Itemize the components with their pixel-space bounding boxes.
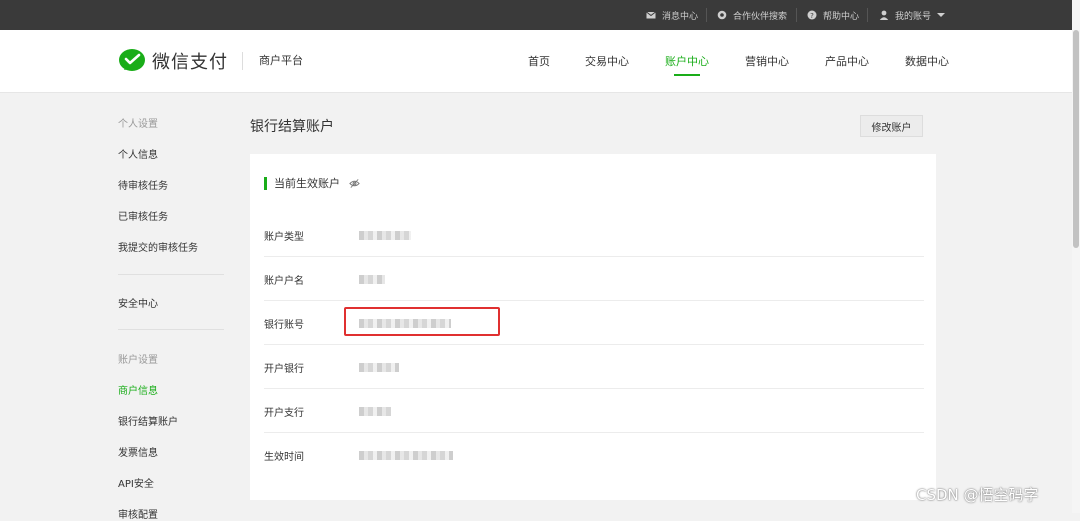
section-title-label: 当前生效账户	[274, 177, 340, 190]
sidebar-divider	[118, 274, 224, 275]
sidebar-item-invoice-info[interactable]: 发票信息	[118, 444, 158, 459]
partner-icon	[717, 10, 727, 20]
sidebar-item-partial[interactable]: 审核配置	[118, 506, 158, 521]
help-link[interactable]: ? 帮助中心	[807, 0, 859, 30]
help-label: 帮助中心	[823, 11, 860, 22]
top-utility-bar: 消息中心 合作伙伴搜索 ? 帮助中心 我的账号	[0, 0, 1072, 30]
masked-value	[359, 363, 399, 372]
mail-icon	[646, 11, 656, 19]
sidebar-item-reviewed-tasks[interactable]: 已审核任务	[118, 208, 168, 223]
active-nav-underline	[674, 74, 700, 76]
watermark: CSDN @悟空码字	[916, 486, 1039, 504]
nav-home-label: 首页	[528, 55, 550, 68]
sidebar-item-security-center[interactable]: 安全中心	[118, 295, 158, 310]
svg-text:?: ?	[810, 12, 814, 20]
divider	[796, 8, 797, 22]
user-icon	[879, 10, 889, 20]
platform-name: 商户平台	[242, 52, 303, 70]
divider	[867, 8, 868, 22]
main-header: 微信支付 商户平台 首页 交易中心 账户中心 营销中心 产品中心 数据中心	[0, 30, 1072, 93]
eye-off-icon[interactable]	[349, 178, 360, 189]
row-label: 账户户名	[264, 276, 304, 287]
wechat-pay-logo-icon	[119, 49, 145, 71]
nav-product-center-label: 产品中心	[825, 55, 869, 68]
sidebar-group-account: 账户设置	[118, 355, 158, 366]
nav-trade-center-label: 交易中心	[585, 55, 629, 68]
nav-data-center-label: 数据中心	[905, 55, 949, 68]
partner-search-link[interactable]: 合作伙伴搜索	[717, 0, 787, 30]
nav-product-center[interactable]: 产品中心	[825, 30, 869, 92]
section-accent-bar	[264, 176, 267, 190]
account-menu[interactable]: 我的账号	[879, 0, 946, 30]
messages-link[interactable]: 消息中心	[646, 0, 698, 30]
row-opening-branch: 开户支行	[264, 388, 924, 433]
masked-value	[359, 407, 391, 416]
partner-search-label: 合作伙伴搜索	[733, 11, 788, 22]
sidebar-item-submitted-tasks[interactable]: 我提交的审核任务	[118, 239, 198, 254]
row-label: 开户支行	[264, 408, 304, 419]
row-label: 银行账号	[264, 320, 304, 331]
nav-home[interactable]: 首页	[528, 30, 550, 92]
masked-value	[359, 451, 453, 460]
sidebar-group-personal: 个人设置	[118, 119, 158, 130]
row-label: 开户银行	[264, 364, 304, 375]
nav-data-center[interactable]: 数据中心	[905, 30, 949, 92]
divider	[706, 8, 707, 22]
row-opening-bank: 开户银行	[264, 344, 924, 389]
edit-account-button[interactable]: 修改账户	[860, 115, 923, 137]
masked-value	[359, 231, 411, 240]
section-title: 当前生效账户	[264, 175, 360, 191]
nav-marketing-center-label: 营销中心	[745, 55, 789, 68]
row-label: 账户类型	[264, 232, 304, 243]
vertical-scrollbar[interactable]	[1072, 0, 1080, 513]
help-icon: ?	[807, 10, 817, 20]
sidebar-divider	[118, 329, 224, 330]
sidebar-item-personal-info[interactable]: 个人信息	[118, 146, 158, 161]
row-account-type: 账户类型	[264, 212, 924, 257]
chevron-down-icon	[937, 13, 946, 17]
row-effective-time: 生效时间	[264, 432, 924, 476]
brand-name: 微信支付	[152, 52, 228, 73]
row-label: 生效时间	[264, 452, 304, 463]
sidebar-item-api-security[interactable]: API安全	[118, 475, 154, 490]
sidebar-item-bank-settlement[interactable]: 银行结算账户	[118, 413, 178, 428]
nav-account-center-label: 账户中心	[665, 55, 709, 68]
sidebar-item-merchant-info[interactable]: 商户信息	[118, 382, 158, 397]
account-label: 我的账号	[895, 11, 932, 22]
page-title: 银行结算账户	[250, 119, 334, 135]
masked-value	[359, 275, 385, 284]
highlight-box	[344, 307, 500, 336]
messages-label: 消息中心	[662, 11, 699, 22]
brand-logo[interactable]: 微信支付	[118, 48, 228, 74]
row-account-name: 账户户名	[264, 256, 924, 301]
nav-account-center[interactable]: 账户中心	[665, 30, 709, 92]
sidebar-item-pending-tasks[interactable]: 待审核任务	[118, 177, 168, 192]
scrollbar-thumb[interactable]	[1073, 30, 1079, 248]
nav-trade-center[interactable]: 交易中心	[585, 30, 629, 92]
nav-marketing-center[interactable]: 营销中心	[745, 30, 789, 92]
